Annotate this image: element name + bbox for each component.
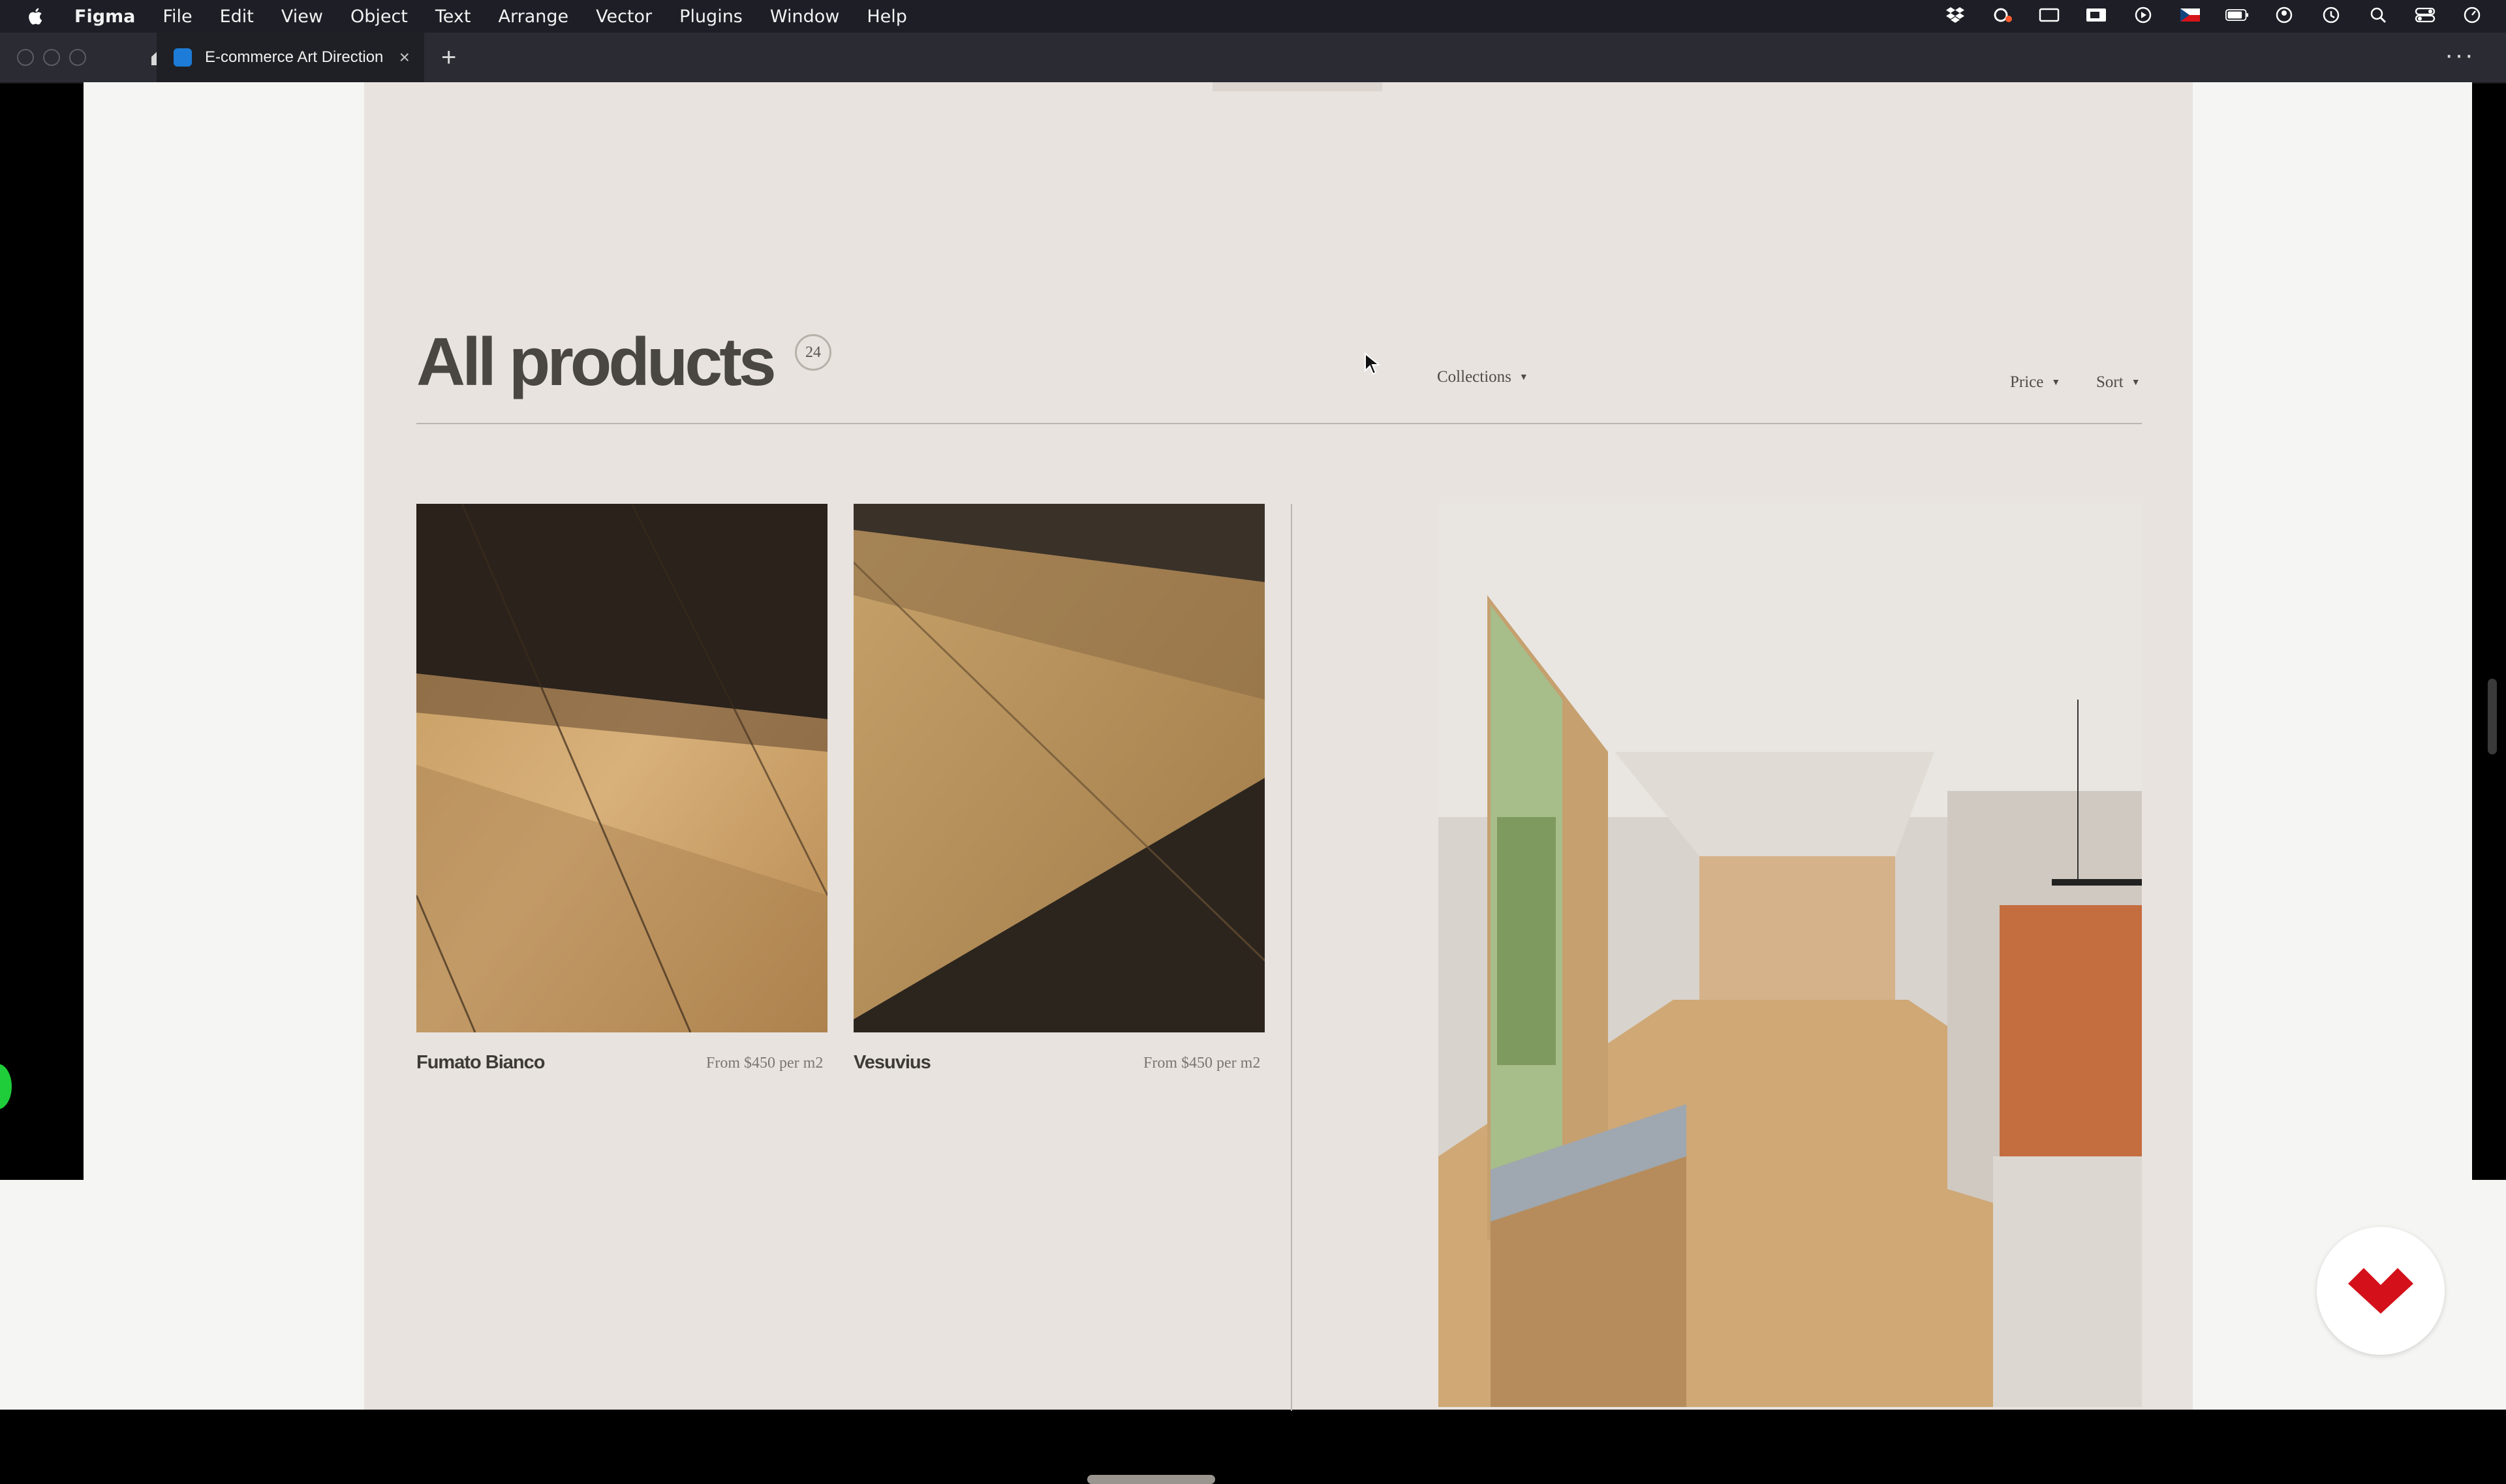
filter-sort[interactable]: Sort ▼ (2096, 373, 2141, 392)
product-name[interactable]: Vesuvius (854, 1052, 931, 1074)
mouse-cursor-icon (1365, 352, 1381, 375)
horizontal-scrollbar[interactable] (1087, 1475, 1215, 1484)
tab-file[interactable]: E-commerce Art Direction × (157, 33, 424, 82)
filter-collections-label: Collections (1437, 368, 1511, 386)
user-icon[interactable] (2272, 5, 2296, 25)
new-tab-icon[interactable]: + (441, 43, 456, 72)
tab-title: E-commerce Art Direction (205, 48, 384, 66)
dropbox-icon[interactable] (1943, 5, 1967, 25)
menu-help[interactable]: Help (867, 7, 907, 27)
play-icon[interactable] (2131, 5, 2155, 25)
product-count-badge: 24 (795, 334, 831, 371)
window-controls (17, 49, 86, 66)
menu-bar: Figma File Edit View Object Text Arrange… (0, 0, 2506, 33)
time-machine-icon[interactable] (2319, 5, 2343, 25)
menu-file[interactable]: File (162, 7, 192, 27)
clock-icon[interactable] (2460, 5, 2484, 25)
menu-arrange[interactable]: Arrange (499, 7, 569, 27)
search-icon[interactable] (2366, 5, 2390, 25)
status-icons (1943, 5, 2484, 25)
page-title: All products (416, 324, 777, 400)
hero-interior-image[interactable] (1438, 504, 2142, 1407)
product-image-vesuvius[interactable] (854, 504, 1265, 1032)
menu-edit[interactable]: Edit (220, 7, 254, 27)
product-listing-frame: All products 24 Collections ▼ Price ▼ Sort… (364, 82, 2193, 1484)
product-price: From $450 per m2 (706, 1055, 824, 1072)
close-window-icon[interactable] (17, 49, 34, 66)
menu-vector[interactable]: Vector (596, 7, 652, 27)
brand-logo-icon (2348, 1268, 2413, 1314)
filter-price-label: Price (2010, 373, 2044, 391)
column-divider (1291, 504, 1292, 1411)
header-divider (416, 423, 2142, 424)
product-name[interactable]: Fumato Bianco (416, 1052, 545, 1074)
figma-file-icon (174, 48, 192, 67)
menu-app-name[interactable]: Figma (74, 7, 135, 27)
vertical-scrollbar[interactable] (2488, 679, 2497, 754)
chevron-down-icon: ▼ (1519, 373, 1528, 383)
more-options-icon[interactable]: ··· (2445, 40, 2475, 70)
menu-text[interactable]: Text (435, 7, 471, 27)
menu-plugins[interactable]: Plugins (679, 7, 743, 27)
filter-collections[interactable]: Collections ▼ (1437, 368, 1528, 386)
menu-object[interactable]: Object (350, 7, 408, 27)
cropped-header-logo (1213, 82, 1382, 91)
menu-view[interactable]: View (281, 7, 323, 27)
filter-sort-label: Sort (2096, 373, 2124, 391)
close-tab-icon[interactable]: × (399, 47, 410, 68)
apple-icon[interactable] (26, 7, 43, 26)
product-price: From $450 per m2 (1143, 1055, 1261, 1072)
minimize-window-icon[interactable] (43, 49, 60, 66)
control-center-icon[interactable] (2413, 5, 2437, 25)
tab-bar: E-commerce Art Direction × + ··· (0, 33, 2506, 84)
chevron-down-icon: ▼ (2051, 378, 2061, 388)
battery-icon (2225, 5, 2249, 25)
zoom-window-icon[interactable] (69, 49, 86, 66)
menu-window[interactable]: Window (770, 7, 839, 27)
creative-cloud-icon[interactable] (1990, 5, 2014, 25)
display-icon[interactable] (2037, 5, 2061, 25)
flag-icon[interactable] (2178, 5, 2202, 25)
collaborator-indicator[interactable] (0, 1064, 12, 1109)
screen-share-icon[interactable] (2084, 5, 2108, 25)
brand-logo-badge[interactable] (2317, 1227, 2445, 1355)
filter-price[interactable]: Price ▼ (2010, 373, 2060, 392)
chevron-down-icon: ▼ (2131, 378, 2141, 388)
product-image-fumato-bianco[interactable] (416, 504, 828, 1032)
